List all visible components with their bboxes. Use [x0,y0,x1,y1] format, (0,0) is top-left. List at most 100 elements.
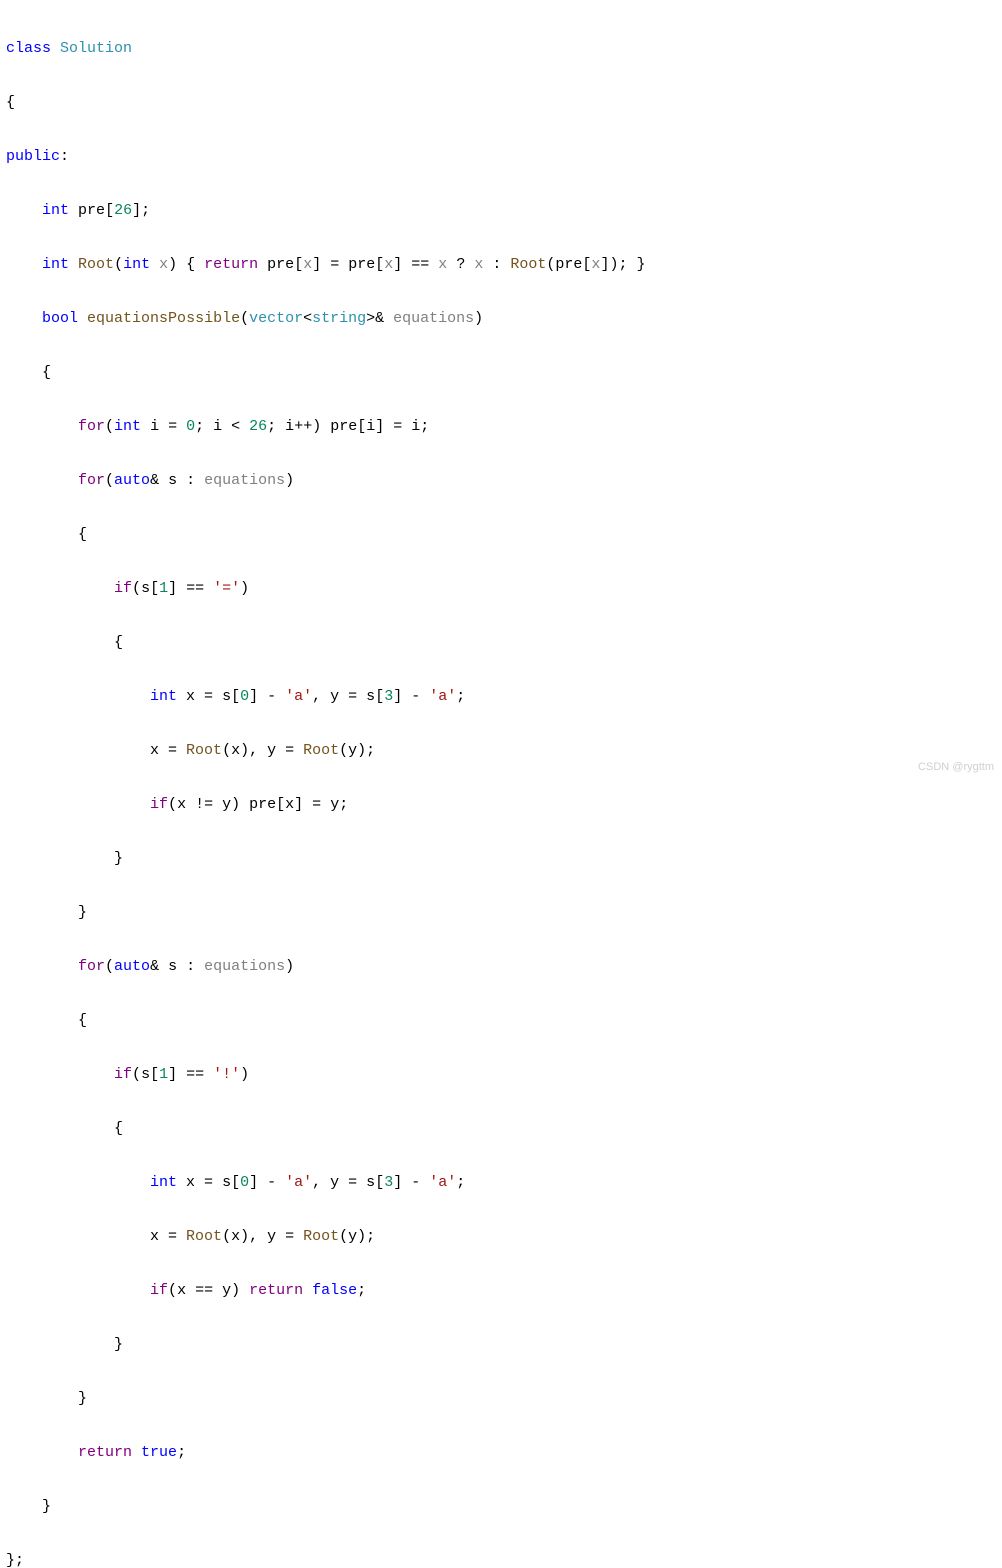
keyword-for: for [78,418,105,435]
code-line: { [2,1115,1002,1142]
keyword-if: if [150,1282,168,1299]
keyword-public: public [6,148,60,165]
code-line: int Root(int x) { return pre[x] = pre[x]… [2,251,1002,278]
brace: { [78,1012,87,1029]
keyword-for: for [78,472,105,489]
brace: { [6,94,15,111]
number: 1 [159,1066,168,1083]
function-call: Root [186,742,222,759]
variable: equations [204,472,285,489]
brace: } [78,1390,87,1407]
keyword-if: if [150,796,168,813]
code-line: } [2,899,1002,926]
code-line: { [2,629,1002,656]
number: 0 [186,418,195,435]
brace: { [42,364,51,381]
code-line: for(int i = 0; i < 26; i++) pre[i] = i; [2,413,1002,440]
bracket: ]; [132,202,150,219]
code-line: } [2,1493,1002,1520]
string: 'a' [429,688,456,705]
class-vector: vector [249,310,303,327]
function-call: Root [303,742,339,759]
variable: x [303,256,312,273]
array: pre [555,256,582,273]
keyword-int: int [150,688,177,705]
code-line: int pre[26]; [2,197,1002,224]
array: pre [249,796,276,813]
brace: } [42,1498,51,1515]
array-name: pre [78,202,105,219]
paren: ( [114,256,123,273]
code-line: return true; [2,1439,1002,1466]
function-name: equationsPossible [87,310,240,327]
number: 3 [384,688,393,705]
number: 1 [159,580,168,597]
array: pre [348,256,375,273]
class-string: string [312,310,366,327]
code-line: int x = s[0] - 'a', y = s[3] - 'a'; [2,683,1002,710]
code-line: bool equationsPossible(vector<string>& e… [2,305,1002,332]
brace: } [114,1336,123,1353]
brace: } [114,850,123,867]
code-line: x = Root(x), y = Root(y); [2,1223,1002,1250]
keyword-int: int [42,202,69,219]
brace: } [78,904,87,921]
variable: equations [204,958,285,975]
function-call: Root [510,256,546,273]
string: 'a' [285,1174,312,1191]
keyword-int: int [150,1174,177,1191]
paren: ) { [168,256,204,273]
variable: x [384,256,393,273]
keyword-class: class [6,40,51,57]
number: 26 [249,418,267,435]
array: pre [330,418,357,435]
code-line: } [2,1331,1002,1358]
code-line: if(s[1] == '!') [2,1061,1002,1088]
brace: { [114,1120,123,1137]
brace: }; [6,1552,24,1568]
keyword-true: true [141,1444,177,1461]
code-line: if(x == y) return false; [2,1277,1002,1304]
colon: : [60,148,69,165]
code-line: { [2,521,1002,548]
code-line: if(x != y) pre[x] = y; [2,791,1002,818]
function-call: Root [186,1228,222,1245]
keyword-auto: auto [114,472,150,489]
code-line: for(auto& s : equations) [2,467,1002,494]
keyword-false: false [312,1282,357,1299]
number: 26 [114,202,132,219]
function-name: Root [78,256,114,273]
variable: equations [393,310,474,327]
class-name: Solution [60,40,132,57]
keyword-bool: bool [42,310,78,327]
keyword-auto: auto [114,958,150,975]
code-line: { [2,89,1002,116]
array: pre [267,256,294,273]
code-block: class Solution { public: int pre[26]; in… [2,8,1002,1568]
keyword-for: for [78,958,105,975]
number: 3 [384,1174,393,1191]
keyword-int: int [123,256,150,273]
keyword-if: if [114,1066,132,1083]
string: 'a' [285,688,312,705]
code-line: public: [2,143,1002,170]
function-call: Root [303,1228,339,1245]
keyword-int: int [42,256,69,273]
keyword-return: return [249,1282,303,1299]
keyword-int: int [114,418,141,435]
variable: x [438,256,447,273]
code-line: } [2,845,1002,872]
variable: x [474,256,483,273]
number: 0 [240,1174,249,1191]
keyword-return: return [78,1444,132,1461]
code-line: int x = s[0] - 'a', y = s[3] - 'a'; [2,1169,1002,1196]
code-line: for(auto& s : equations) [2,953,1002,980]
brace: { [114,634,123,651]
string: '=' [213,580,240,597]
bracket: [ [105,202,114,219]
code-line: } [2,1385,1002,1412]
keyword-if: if [114,580,132,597]
string: 'a' [429,1174,456,1191]
string: '!' [213,1066,240,1083]
watermark: CSDN @rygttm [918,758,994,778]
